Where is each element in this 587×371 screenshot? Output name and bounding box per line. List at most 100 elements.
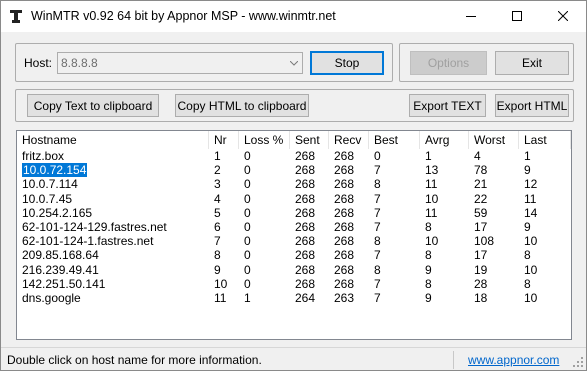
cell-text: 268 — [295, 177, 316, 192]
cell-avrg: 8 — [420, 277, 469, 291]
maximize-button[interactable] — [494, 1, 540, 31]
cell-text: 0 — [244, 262, 251, 277]
cell-hostname[interactable]: 209.85.168.64 — [17, 248, 209, 262]
cell-last: 14 — [519, 206, 571, 220]
export-html-button[interactable]: Export HTML — [495, 94, 569, 117]
resize-grip-icon[interactable] — [572, 356, 584, 368]
cell-hostname[interactable]: 10.0.7.114 — [17, 177, 209, 191]
cell-text: 8 — [374, 262, 381, 277]
cell-hostname[interactable]: 216.239.49.41 — [17, 263, 209, 277]
copy-text-button[interactable]: Copy Text to clipboard — [27, 94, 159, 117]
cell-loss: 0 — [239, 277, 290, 291]
cell-nr: 8 — [209, 248, 239, 262]
cell-avrg: 11 — [420, 206, 469, 220]
cell-text: 268 — [334, 276, 355, 291]
cell-hostname[interactable]: 10.254.2.165 — [17, 206, 209, 220]
cell-hostname[interactable]: 62-101-124-1.fastres.net — [17, 234, 209, 248]
cell-text: 17 — [474, 220, 488, 234]
cell-text: 268 — [295, 220, 316, 234]
cell-last: 10 — [519, 263, 571, 277]
cell-text: 10.0.7.45 — [22, 191, 73, 206]
cell-text: 0 — [244, 220, 251, 234]
cell-text: 8 — [524, 276, 531, 291]
host-combobox[interactable]: 8.8.8.8 — [57, 52, 303, 74]
cell-nr: 4 — [209, 192, 239, 206]
cell-best: 7 — [369, 192, 420, 206]
host-value[interactable]: 8.8.8.8 — [61, 56, 98, 70]
table-row[interactable]: dns.google 11 1 264 263 7 9 18 10 — [17, 291, 571, 305]
cell-text: 10 — [425, 234, 439, 249]
table-row[interactable]: 209.85.168.64 8 0 268 268 7 8 17 8 — [17, 248, 571, 262]
cell-avrg: 8 — [420, 248, 469, 262]
cell-last: 8 — [519, 248, 571, 262]
column-header-avrg[interactable]: Avrg — [420, 131, 469, 149]
table-row[interactable]: 62-101-124-129.fastres.net 6 0 268 268 7 8 17 9 — [17, 220, 571, 234]
column-header-best[interactable]: Best — [369, 131, 420, 149]
column-header-recv[interactable]: Recv — [329, 131, 369, 149]
cell-text: 5 — [214, 205, 221, 220]
table-row[interactable]: 142.251.50.141 10 0 268 268 7 8 28 8 — [17, 277, 571, 291]
cell-last: 12 — [519, 177, 571, 191]
title-bar[interactable]: WinMTR v0.92 64 bit by Appnor MSP - www.… — [1, 1, 586, 32]
chevron-down-icon — [289, 60, 298, 66]
cell-text: 11 — [425, 177, 438, 192]
cell-loss: 0 — [239, 192, 290, 206]
cell-last: 8 — [519, 277, 571, 291]
cell-best: 7 — [369, 206, 420, 220]
appnor-link[interactable]: www.appnor.com — [468, 353, 559, 367]
cell-text: 9 — [524, 163, 531, 178]
table-row[interactable]: 10.0.7.114 3 0 268 268 8 11 21 12 — [17, 177, 571, 191]
cell-hostname[interactable]: 10.0.7.45 — [17, 192, 209, 206]
export-text-button[interactable]: Export TEXT — [409, 94, 486, 117]
cell-hostname[interactable]: 142.251.50.141 — [17, 277, 209, 291]
cell-text: 14 — [524, 205, 538, 220]
cell-avrg: 9 — [420, 291, 469, 305]
table-row[interactable]: 10.254.2.165 5 0 268 268 7 11 59 14 — [17, 206, 571, 220]
cell-text: 7 — [374, 220, 381, 234]
cell-text: 264 — [295, 291, 316, 305]
cell-text: 8 — [425, 248, 432, 263]
cell-hostname[interactable]: fritz.box — [17, 149, 209, 163]
cell-best: 0 — [369, 149, 420, 163]
minimize-button[interactable] — [448, 1, 494, 31]
cell-text: 62-101-124-129.fastres.net — [22, 220, 167, 234]
column-header-nr[interactable]: Nr — [209, 131, 239, 149]
cell-text: 12 — [524, 177, 538, 192]
cell-avrg: 13 — [420, 163, 469, 177]
table-row[interactable]: 62-101-124-1.fastres.net 7 0 268 268 8 10 108 10 — [17, 234, 571, 248]
winmtr-window: WinMTR v0.92 64 bit by Appnor MSP - www.… — [0, 0, 587, 371]
column-header-worst[interactable]: Worst — [469, 131, 519, 149]
cell-recv: 268 — [329, 177, 369, 191]
cell-worst: 108 — [469, 234, 519, 248]
column-header-hostname[interactable]: Hostname — [17, 131, 209, 149]
exit-button[interactable]: Exit — [495, 51, 569, 75]
results-table[interactable]: Hostname Nr Loss % Sent Recv Best Avrg Worst Las… — [16, 130, 572, 340]
cell-sent: 268 — [290, 220, 329, 234]
options-button[interactable]: Options — [410, 51, 487, 75]
cell-text: 7 — [374, 163, 381, 178]
cell-text: 209.85.168.64 — [22, 248, 99, 263]
cell-text: 0 — [244, 205, 251, 220]
cell-hostname[interactable]: 10.0.72.154 — [17, 162, 209, 179]
cell-hostname[interactable]: dns.google — [17, 291, 209, 305]
cell-hostname[interactable]: 62-101-124-129.fastres.net — [17, 220, 209, 234]
cell-text: 19 — [474, 262, 488, 277]
cell-text: 78 — [474, 163, 488, 178]
cell-loss: 0 — [239, 263, 290, 277]
cell-text: 21 — [474, 177, 488, 192]
host-dropdown-button[interactable] — [285, 53, 302, 73]
table-row[interactable]: 216.239.49.41 9 0 268 268 8 9 19 10 — [17, 263, 571, 277]
cell-last: 9 — [519, 163, 571, 177]
column-header-sent[interactable]: Sent — [290, 131, 329, 149]
table-row[interactable]: 10.0.7.45 4 0 268 268 7 10 22 11 — [17, 192, 571, 206]
column-header-loss[interactable]: Loss % — [239, 131, 290, 149]
table-row[interactable]: 10.0.72.154 2 0 268 268 7 13 78 9 — [17, 162, 571, 179]
stop-button[interactable]: Stop — [310, 51, 384, 75]
copy-html-button[interactable]: Copy HTML to clipboard — [175, 94, 309, 117]
column-header-last[interactable]: Last — [519, 131, 571, 149]
table-row[interactable]: fritz.box 1 0 268 268 0 1 4 1 — [17, 149, 571, 163]
cell-last: 10 — [519, 291, 571, 305]
close-button[interactable] — [540, 1, 586, 31]
cell-best: 8 — [369, 177, 420, 191]
cell-recv: 268 — [329, 234, 369, 248]
